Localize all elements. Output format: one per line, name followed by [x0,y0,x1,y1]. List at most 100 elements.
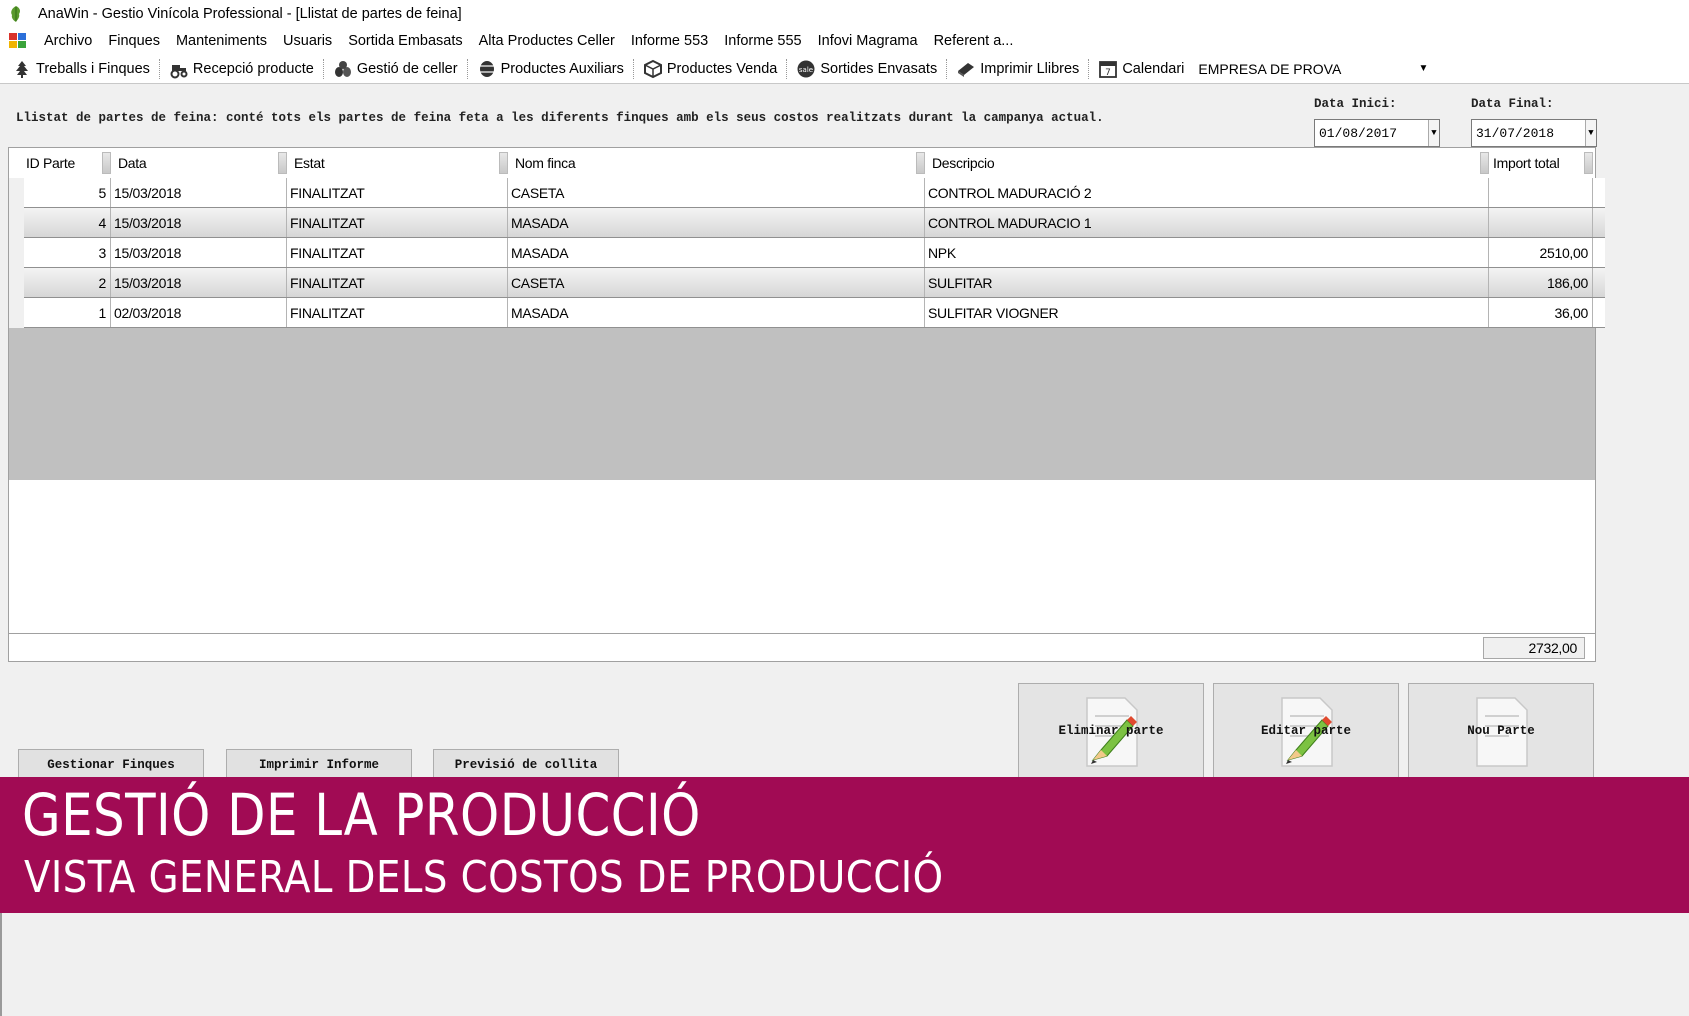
chevron-down-icon: ▼ [1418,63,1429,74]
column-sort-handle[interactable] [102,152,111,174]
column-header-estat[interactable]: Estat [287,148,508,178]
column-header-descripcio[interactable]: Descripcio [925,148,1489,178]
cell-farm: CASETA [508,178,925,207]
sale-icon: sale [797,60,815,77]
promo-banner: GESTIÓ DE LA PRODUCCIÓ VISTA GENERAL DEL… [0,777,1689,913]
cell-description: CONTROL MADURACIO 1 [925,208,1489,237]
cell-date: 15/03/2018 [111,178,287,207]
cell-id: 3 [24,238,111,267]
menu-alta-productes-celler[interactable]: Alta Productes Celler [471,33,623,49]
toolbar-imprimir-llibres[interactable]: Imprimir Llibres [950,59,1085,79]
box-icon [643,59,662,78]
column-sort-handle[interactable] [278,152,287,174]
menu-referent[interactable]: Referent a... [926,33,1022,49]
start-date-picker[interactable]: 01/08/2017 ▼ [1314,119,1440,147]
menu-manteniments[interactable]: Manteniments [168,33,275,49]
cell-farm: CASETA [508,268,925,297]
cell-total: 36,00 [1489,298,1593,327]
cell-status: FINALITZAT [287,268,508,297]
menu-informe-553[interactable]: Informe 553 [623,33,716,49]
menu-finques[interactable]: Finques [100,33,168,49]
cell-id: 1 [24,298,111,327]
table-row[interactable]: 3 15/03/2018 FINALITZAT MASADA NPK 2510,… [24,238,1605,268]
calendar-icon: 7 [1099,60,1118,78]
toolbar-calendari[interactable]: 7 Calendari [1092,59,1190,79]
delete-parte-label: Eliminar parte [1058,723,1164,738]
menu-informe-555[interactable]: Informe 555 [716,33,809,49]
toolbar-sortides-envasats[interactable]: sale Sortides Envasats [790,59,943,79]
toolbar-treballs-finques[interactable]: Treballs i Finques [6,59,156,79]
toolbar-productes-venda[interactable]: Productes Venda [637,59,783,79]
table-row[interactable]: 5 15/03/2018 FINALITZAT CASETA CONTROL M… [24,178,1605,208]
book-icon [958,62,975,77]
sum-total: 2732,00 [1483,637,1585,659]
chevron-down-icon[interactable]: ▼ [1585,120,1596,146]
grid-body: 5 15/03/2018 FINALITZAT CASETA CONTROL M… [9,178,1605,480]
tree-icon [16,60,28,78]
barrel-icon [479,60,494,77]
cell-description: SULFITAR [925,268,1489,297]
work-orders-grid[interactable]: ID Parte Data Estat Nom finca Descripcio… [8,147,1605,662]
column-sort-handle[interactable] [1584,152,1593,174]
toolbar-separator [946,58,948,79]
table-row[interactable]: 1 02/03/2018 FINALITZAT MASADA SULFITAR … [24,298,1605,328]
cell-status: FINALITZAT [287,238,508,267]
end-date-label: Data Final: [1471,97,1554,111]
toolbar-gestio-celler[interactable]: Gestió de celler [327,59,464,79]
cell-farm: MASADA [508,298,925,327]
toolbar-separator [1088,58,1090,79]
grape-leaf-icon [11,6,20,22]
cell-total [1489,208,1593,237]
column-header-data[interactable]: Data [111,148,287,178]
start-date-value: 01/08/2017 [1319,125,1398,141]
delete-parte-button[interactable]: Eliminar parte [1018,683,1204,778]
end-date-value: 31/07/2018 [1476,125,1555,141]
column-header-nom-finca[interactable]: Nom finca [508,148,925,178]
cell-id: 2 [24,268,111,297]
menu-usuaris[interactable]: Usuaris [275,33,340,49]
toolbar-separator [322,58,324,79]
cell-farm: MASADA [508,238,925,267]
column-sort-handle[interactable] [916,152,925,174]
toolbar-label: Productes Venda [666,60,778,77]
column-sort-handle[interactable] [1480,152,1489,174]
cell-date: 15/03/2018 [111,268,287,297]
cell-id: 4 [24,208,111,237]
cell-description: NPK [925,238,1489,267]
chevron-down-icon[interactable]: ▼ [1428,120,1439,146]
cell-total: 2510,00 [1489,238,1593,267]
cell-total: 186,00 [1489,268,1593,297]
end-date-picker[interactable]: 31/07/2018 ▼ [1471,119,1597,147]
new-parte-label: Nou Parte [1467,723,1535,738]
new-parte-button[interactable]: Nou Parte [1408,683,1594,778]
toolbar-label: Calendari [1122,60,1185,77]
menu-bar: Archivo Finques Manteniments Usuaris Sor… [0,28,1689,54]
cell-status: FINALITZAT [287,208,508,237]
company-select-value: EMPRESA DE PROVA [1198,60,1342,77]
cell-total [1489,178,1593,207]
cell-farm: MASADA [508,208,925,237]
table-row[interactable]: 2 15/03/2018 FINALITZAT CASETA SULFITAR … [24,268,1605,298]
column-header-id[interactable]: ID Parte [9,148,111,178]
grid-footer: 2732,00 [9,633,1595,661]
toolbar-recepcio-producte[interactable]: Recepció producte [163,59,320,79]
toolbar-label: Treballs i Finques [36,60,150,77]
window-title: AnaWin - Gestio Vinícola Professional - … [38,6,462,22]
tractor-icon [170,64,188,78]
column-sort-handle[interactable] [499,152,508,174]
svg-text:sale: sale [799,66,813,74]
cell-description: CONTROL MADURACIÓ 2 [925,178,1489,207]
row-indicator-column [9,178,24,328]
app-menu-icon[interactable] [8,32,28,50]
cell-date: 02/03/2018 [111,298,287,327]
menu-sortida-embasats[interactable]: Sortida Embasats [340,33,470,49]
column-header-import-total[interactable]: Import total [1489,148,1593,178]
toolbar-label: Imprimir Llibres [980,60,1080,77]
menu-archivo[interactable]: Archivo [36,33,100,49]
cell-status: FINALITZAT [287,178,508,207]
toolbar-productes-auxiliars[interactable]: Productes Auxiliars [471,59,630,79]
edit-parte-button[interactable]: Editar parte [1213,683,1399,778]
company-select[interactable]: EMPRESA DE PROVA ▼ [1192,58,1432,80]
menu-infovi-magrama[interactable]: Infovi Magrama [810,33,926,49]
table-row[interactable]: 4 15/03/2018 FINALITZAT MASADA CONTROL M… [24,208,1605,238]
